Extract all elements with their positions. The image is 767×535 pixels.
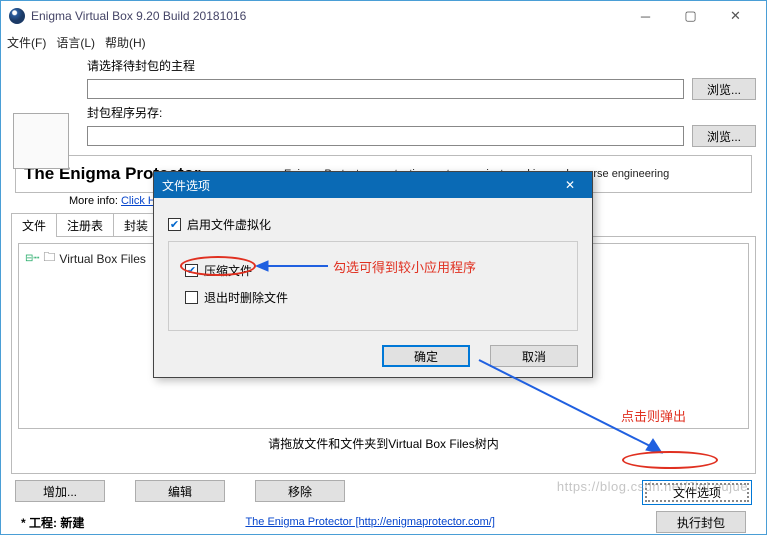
output-label: 封包程序另存: [87,104,207,121]
window-title: Enigma Virtual Box 9.20 Build 20181016 [31,9,246,23]
input-output-path[interactable] [87,126,684,146]
dialog-close-button[interactable]: ✕ [556,178,584,192]
menu-file[interactable]: 文件(F) [7,34,46,51]
input-main-path[interactable] [87,79,684,99]
footer-link[interactable]: The Enigma Protector [http://enigmaprote… [245,516,494,528]
ok-button[interactable]: 确定 [382,345,470,367]
dialog-title-bar: 文件选项 ✕ [154,172,592,198]
file-options-dialog: 文件选项 ✕ ✔ 启用文件虚拟化 ✔ 压缩文件 退出时删除文件 确定 取消 [153,171,593,378]
delete-on-exit-checkbox[interactable]: 退出时删除文件 [185,289,561,306]
more-info-link[interactable]: Click H [121,195,156,207]
title-bar: Enigma Virtual Box 9.20 Build 20181016 ─… [1,1,766,31]
select-main-label: 请选择待封包的主程 [87,57,207,74]
cancel-button[interactable]: 取消 [490,345,578,367]
compress-files-checkbox[interactable]: ✔ 压缩文件 [185,262,561,279]
close-button[interactable]: ✕ [713,2,758,30]
edit-button[interactable]: 编辑 [135,480,225,502]
minimize-button[interactable]: ─ [623,2,668,30]
checkbox-icon: ✔ [168,218,181,231]
menu-help[interactable]: 帮助(H) [105,34,146,51]
tab-registry[interactable]: 注册表 [56,213,114,237]
browse-output-button[interactable]: 浏览... [692,125,756,147]
add-button[interactable]: 增加... [15,480,105,502]
menu-language[interactable]: 语言(L) [56,34,95,51]
execute-button[interactable]: 执行封包 [656,511,746,533]
tab-files[interactable]: 文件 [11,213,57,237]
folder-icon: 🗀 [43,248,55,269]
main-window: Enigma Virtual Box 9.20 Build 20181016 ─… [0,0,767,535]
project-label: * 工程: 新建 [21,514,84,531]
maximize-button[interactable]: ▢ [668,2,713,30]
enable-virtualization-checkbox[interactable]: ✔ 启用文件虚拟化 [168,216,578,233]
drag-hint: 请拖放文件和文件夹到Virtual Box Files树内 [18,435,749,452]
file-options-button[interactable]: 文件选项 [642,480,752,505]
app-icon [9,8,25,24]
browse-main-button[interactable]: 浏览... [692,78,756,100]
remove-button[interactable]: 移除 [255,480,345,502]
checkbox-icon [185,291,198,304]
menu-bar: 文件(F) 语言(L) 帮助(H) [1,31,766,53]
options-group: ✔ 压缩文件 退出时删除文件 [168,241,578,331]
preview-thumbnail [13,113,69,169]
checkbox-icon: ✔ [185,264,198,277]
panel-buttons: 增加... 编辑 移除 文件选项 [11,480,756,505]
